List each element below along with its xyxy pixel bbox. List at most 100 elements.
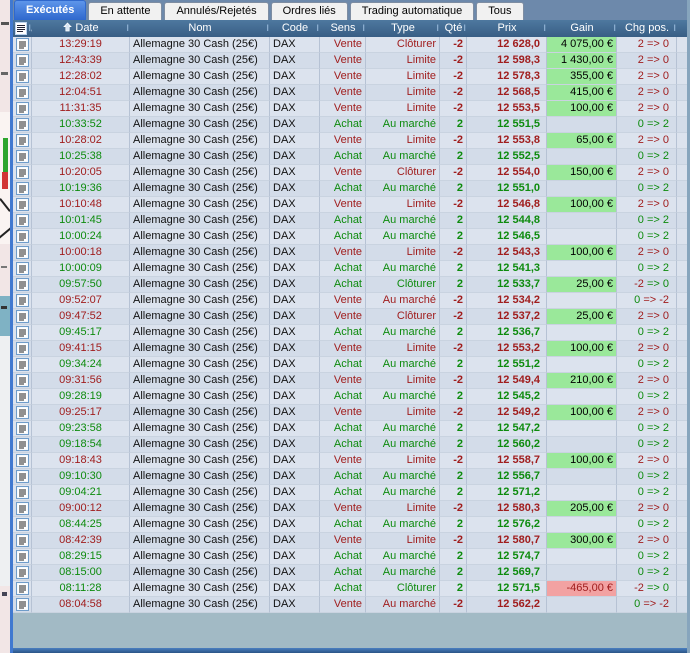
column-header-type[interactable]: Type: [366, 20, 440, 37]
order-details-button[interactable]: [13, 181, 32, 197]
column-header-code[interactable]: Code: [270, 20, 320, 37]
order-details-button[interactable]: [13, 37, 32, 53]
cell-nom: Allemagne 30 Cash (25€): [130, 101, 270, 117]
column-header-prix[interactable]: Prix: [467, 20, 547, 37]
table-row[interactable]: 09:00:12 Allemagne 30 Cash (25€) DAX Vente L…: [13, 501, 687, 517]
order-details-button[interactable]: [13, 421, 32, 437]
table-row[interactable]: 09:47:52 Allemagne 30 Cash (25€) DAX Vente C…: [13, 309, 687, 325]
order-details-button[interactable]: [13, 245, 32, 261]
order-details-button[interactable]: [13, 277, 32, 293]
table-row[interactable]: 12:28:02 Allemagne 30 Cash (25€) DAX Vente L…: [13, 69, 687, 85]
table-row[interactable]: 09:57:50 Allemagne 30 Cash (25€) DAX Achat C…: [13, 277, 687, 293]
table-row[interactable]: 09:52:07 Allemagne 30 Cash (25€) DAX Vente A…: [13, 293, 687, 309]
table-row[interactable]: 08:11:28 Allemagne 30 Cash (25€) DAX Achat C…: [13, 581, 687, 597]
order-details-button[interactable]: [13, 565, 32, 581]
order-details-button[interactable]: [13, 229, 32, 245]
cell-gain: -465,00 €: [547, 581, 617, 597]
order-details-button[interactable]: [13, 485, 32, 501]
table-row[interactable]: 10:19:36 Allemagne 30 Cash (25€) DAX Achat A…: [13, 181, 687, 197]
table-row[interactable]: 09:04:21 Allemagne 30 Cash (25€) DAX Achat A…: [13, 485, 687, 501]
table-row[interactable]: 12:04:51 Allemagne 30 Cash (25€) DAX Vente L…: [13, 85, 687, 101]
column-header-gain[interactable]: Gain: [547, 20, 617, 37]
table-row[interactable]: 09:23:58 Allemagne 30 Cash (25€) DAX Achat A…: [13, 421, 687, 437]
table-row[interactable]: 09:31:56 Allemagne 30 Cash (25€) DAX Vente L…: [13, 373, 687, 389]
order-details-button[interactable]: [13, 373, 32, 389]
order-details-button[interactable]: [13, 261, 32, 277]
order-details-button[interactable]: [13, 501, 32, 517]
order-details-button[interactable]: [13, 533, 32, 549]
order-details-button[interactable]: [13, 469, 32, 485]
cell-code: DAX: [270, 85, 320, 101]
table-row[interactable]: 09:41:15 Allemagne 30 Cash (25€) DAX Vente L…: [13, 341, 687, 357]
cell-spacer: [677, 309, 687, 325]
table-row[interactable]: 10:00:18 Allemagne 30 Cash (25€) DAX Vente L…: [13, 245, 687, 261]
order-details-button[interactable]: [13, 453, 32, 469]
table-row[interactable]: 10:33:52 Allemagne 30 Cash (25€) DAX Achat A…: [13, 117, 687, 133]
order-details-button[interactable]: [13, 325, 32, 341]
table-row[interactable]: 09:34:24 Allemagne 30 Cash (25€) DAX Achat A…: [13, 357, 687, 373]
order-details-button[interactable]: [13, 101, 32, 117]
order-details-button[interactable]: [13, 549, 32, 565]
order-details-button[interactable]: [13, 197, 32, 213]
order-details-button[interactable]: [13, 53, 32, 69]
order-details-button[interactable]: [13, 165, 32, 181]
cell-qty: -2: [440, 533, 467, 549]
table-row[interactable]: 08:15:00 Allemagne 30 Cash (25€) DAX Achat A…: [13, 565, 687, 581]
document-icon[interactable]: [15, 22, 27, 35]
order-details-button[interactable]: [13, 581, 32, 597]
table-row[interactable]: 10:00:09 Allemagne 30 Cash (25€) DAX Achat A…: [13, 261, 687, 277]
table-row[interactable]: 11:31:35 Allemagne 30 Cash (25€) DAX Vente L…: [13, 101, 687, 117]
cell-qty: -2: [440, 453, 467, 469]
column-header-chg[interactable]: Chg pos.: [617, 20, 677, 37]
table-row[interactable]: 10:00:24 Allemagne 30 Cash (25€) DAX Achat A…: [13, 229, 687, 245]
order-details-button[interactable]: [13, 149, 32, 165]
cell-sens: Vente: [320, 245, 366, 261]
tab-annules-rejetes[interactable]: Annulés/Rejetés: [164, 2, 269, 20]
tab-tous[interactable]: Tous: [476, 2, 524, 20]
table-row[interactable]: 09:45:17 Allemagne 30 Cash (25€) DAX Achat A…: [13, 325, 687, 341]
tab-ordres-lies[interactable]: Ordres liés: [270, 2, 348, 20]
tab-executes[interactable]: Exécutés: [14, 0, 87, 20]
order-details-button[interactable]: [13, 517, 32, 533]
table-row[interactable]: 10:25:38 Allemagne 30 Cash (25€) DAX Achat A…: [13, 149, 687, 165]
column-header-date[interactable]: Date: [32, 20, 130, 37]
tab-en-attente[interactable]: En attente: [88, 2, 163, 20]
table-row[interactable]: 08:04:58 Allemagne 30 Cash (25€) DAX Vente A…: [13, 597, 687, 613]
table-row[interactable]: 09:10:30 Allemagne 30 Cash (25€) DAX Achat A…: [13, 469, 687, 485]
cell-spacer: [677, 37, 687, 53]
table-row[interactable]: 10:28:02 Allemagne 30 Cash (25€) DAX Vente L…: [13, 133, 687, 149]
table-row[interactable]: 10:10:48 Allemagne 30 Cash (25€) DAX Vente L…: [13, 197, 687, 213]
column-header-qty[interactable]: Qté: [440, 20, 467, 37]
cell-code: DAX: [270, 325, 320, 341]
order-details-button[interactable]: [13, 389, 32, 405]
column-header-sens[interactable]: Sens: [320, 20, 366, 37]
table-row[interactable]: 09:18:54 Allemagne 30 Cash (25€) DAX Achat A…: [13, 437, 687, 453]
order-details-button[interactable]: [13, 293, 32, 309]
table-row[interactable]: 10:01:45 Allemagne 30 Cash (25€) DAX Achat A…: [13, 213, 687, 229]
table-row[interactable]: 12:43:39 Allemagne 30 Cash (25€) DAX Vente L…: [13, 53, 687, 69]
order-details-button[interactable]: [13, 341, 32, 357]
order-details-button[interactable]: [13, 85, 32, 101]
cell-gain: 100,00 €: [547, 101, 617, 117]
table-row[interactable]: 08:29:15 Allemagne 30 Cash (25€) DAX Achat A…: [13, 549, 687, 565]
order-details-button[interactable]: [13, 437, 32, 453]
table-row[interactable]: 08:44:25 Allemagne 30 Cash (25€) DAX Achat A…: [13, 517, 687, 533]
tab-trading-automatique[interactable]: Trading automatique: [349, 2, 475, 20]
order-details-button[interactable]: [13, 597, 32, 613]
order-details-button[interactable]: [13, 405, 32, 421]
order-details-button[interactable]: [13, 69, 32, 85]
order-details-button[interactable]: [13, 357, 32, 373]
order-details-button[interactable]: [13, 309, 32, 325]
order-details-button[interactable]: [13, 117, 32, 133]
table-row[interactable]: 09:28:19 Allemagne 30 Cash (25€) DAX Achat A…: [13, 389, 687, 405]
table-row[interactable]: 13:29:19 Allemagne 30 Cash (25€) DAX Vente C…: [13, 37, 687, 53]
cell-type: Limite: [366, 405, 440, 421]
order-details-button[interactable]: [13, 133, 32, 149]
table-row[interactable]: 08:42:39 Allemagne 30 Cash (25€) DAX Vente L…: [13, 533, 687, 549]
order-details-button[interactable]: [13, 213, 32, 229]
cell-chg-pos: -2 => 0: [617, 277, 677, 293]
column-header-nom[interactable]: Nom: [130, 20, 270, 37]
table-row[interactable]: 09:25:17 Allemagne 30 Cash (25€) DAX Vente L…: [13, 405, 687, 421]
table-row[interactable]: 09:18:43 Allemagne 30 Cash (25€) DAX Vente L…: [13, 453, 687, 469]
table-row[interactable]: 10:20:05 Allemagne 30 Cash (25€) DAX Vente C…: [13, 165, 687, 181]
